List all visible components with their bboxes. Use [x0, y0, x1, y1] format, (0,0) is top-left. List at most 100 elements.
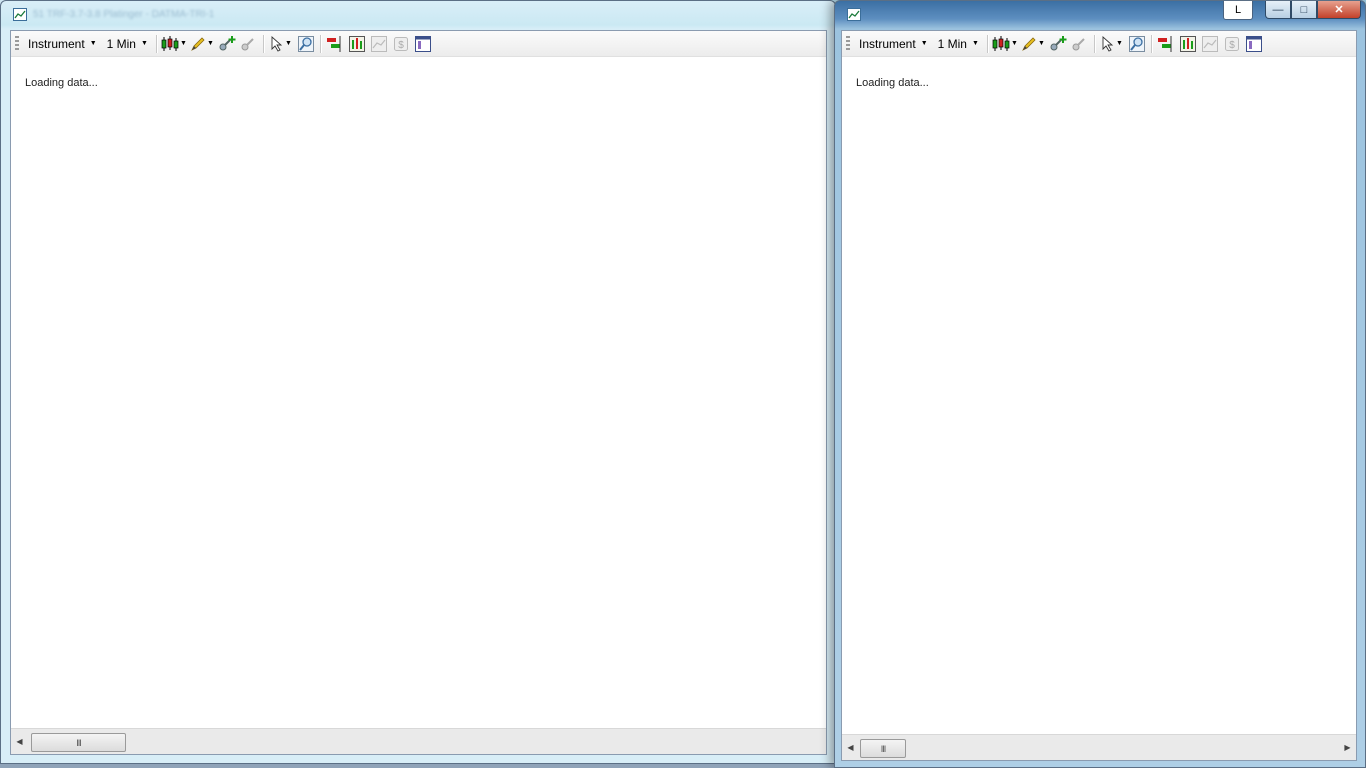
toolbar-separator	[986, 34, 988, 53]
cursor-icon	[271, 35, 283, 52]
dollar-button[interactable]: $	[1221, 34, 1243, 54]
maximize-icon: □	[1300, 3, 1308, 16]
zoom-icon	[297, 35, 314, 52]
chart-window-icon	[13, 8, 27, 21]
candlestick-icon	[992, 35, 1010, 51]
remove-indicator-icon	[1072, 37, 1085, 50]
close-button[interactable]: ✕	[1317, 1, 1361, 19]
scroll-left-arrow[interactable]: ◀	[11, 729, 28, 754]
zoom-button[interactable]	[1126, 34, 1148, 54]
instrument-dropdown[interactable]: Instrument ▼	[23, 34, 102, 54]
dollar-button[interactable]: $	[390, 34, 412, 54]
toolbar-separator	[155, 34, 157, 53]
toolbar-separator	[1150, 34, 1152, 53]
data-box-icon	[1179, 35, 1196, 52]
draw-tools-button[interactable]: ▼	[1019, 34, 1047, 54]
horizontal-scrollbar[interactable]: ◀ III ▶	[842, 734, 1356, 760]
language-indicator-button[interactable]: L	[1223, 1, 1253, 20]
zoom-button[interactable]	[295, 34, 317, 54]
scroll-thumb[interactable]: III	[31, 733, 126, 752]
interval-label: 1 Min	[937, 36, 967, 51]
cursor-mode-button[interactable]: ▼	[267, 34, 295, 54]
chevron-down-icon: ▼	[920, 40, 928, 47]
svg-text:$: $	[398, 40, 404, 51]
pencil-icon	[1022, 36, 1036, 51]
chevron-down-icon: ▼	[1115, 40, 1123, 47]
window-title: 51 TRF-3.7-3.8 Platinger - DATMA-TRI-1	[33, 9, 215, 20]
chart-toolbar: Instrument ▼ 1 Min ▼ ▼ ▼ ▼ $	[11, 31, 826, 57]
properties-icon	[1245, 35, 1262, 52]
instrument-dropdown[interactable]: Instrument ▼	[854, 34, 933, 54]
chevron-down-icon: ▼	[971, 40, 979, 47]
language-indicator-label: L	[1234, 4, 1242, 16]
scroll-thumb-grip: III	[76, 737, 81, 748]
minimize-icon: —	[1272, 3, 1284, 16]
chevron-down-icon: ▼	[1037, 40, 1045, 47]
chart-style-button[interactable]: ▼	[160, 34, 188, 54]
add-indicator-button[interactable]	[1047, 34, 1069, 54]
chevron-down-icon: ▼	[140, 40, 148, 47]
chevron-down-icon: ▼	[206, 40, 214, 47]
svg-text:$: $	[1229, 40, 1235, 51]
chart-client-area: Instrument ▼ 1 Min ▼ ▼ ▼ ▼ $ Loading dat…	[841, 30, 1357, 761]
draw-tools-button[interactable]: ▼	[188, 34, 216, 54]
minimize-button[interactable]: —	[1265, 1, 1291, 19]
properties-icon	[414, 35, 431, 52]
interval-dropdown[interactable]: 1 Min ▼	[102, 34, 153, 54]
add-indicator-button[interactable]	[216, 34, 238, 54]
chart-style-button[interactable]: ▼	[991, 34, 1019, 54]
chart-client-area: Instrument ▼ 1 Min ▼ ▼ ▼ ▼ $ Loading dat…	[10, 30, 827, 755]
remove-indicator-button[interactable]	[238, 34, 260, 54]
strategy-icon	[326, 35, 341, 52]
chart-panel[interactable]: Loading data...	[11, 57, 826, 728]
toolbar-grip[interactable]	[15, 35, 19, 52]
strategy-button[interactable]	[324, 34, 346, 54]
title-bar[interactable]: 51 TRF-3.7-3.8 Platinger - DATMA-TRI-1	[1, 1, 835, 29]
chart-trader-icon	[1201, 35, 1218, 52]
chevron-down-icon: ▼	[89, 40, 97, 47]
strategy-icon	[1157, 35, 1172, 52]
toolbar-separator	[1093, 34, 1095, 53]
chart-panel[interactable]: Loading data...	[842, 57, 1356, 734]
remove-indicator-icon	[241, 37, 254, 50]
maximize-button[interactable]: □	[1291, 1, 1317, 19]
cursor-mode-button[interactable]: ▼	[1098, 34, 1126, 54]
data-box-button[interactable]	[346, 34, 368, 54]
data-box-button[interactable]	[1177, 34, 1199, 54]
candlestick-icon	[161, 35, 179, 51]
remove-indicator-button[interactable]	[1069, 34, 1091, 54]
horizontal-scrollbar[interactable]: ◀ III	[11, 728, 826, 754]
scroll-thumb[interactable]: III	[860, 739, 906, 758]
chevron-down-icon: ▼	[179, 40, 187, 47]
loading-status: Loading data...	[856, 77, 929, 89]
data-box-icon	[348, 35, 365, 52]
add-indicator-icon	[219, 35, 236, 50]
interval-dropdown[interactable]: 1 Min ▼	[933, 34, 984, 54]
chart-trader-icon	[370, 35, 387, 52]
chart-trader-button[interactable]	[1199, 34, 1221, 54]
scroll-right-arrow[interactable]: ▶	[1339, 735, 1356, 760]
scroll-thumb-grip: III	[880, 743, 886, 754]
cursor-icon	[1102, 35, 1114, 52]
instrument-label: Instrument	[28, 36, 85, 51]
strategy-button[interactable]	[1155, 34, 1177, 54]
title-bar[interactable]: L — □ ✕	[835, 1, 1365, 29]
chart-window-left[interactable]: 51 TRF-3.7-3.8 Platinger - DATMA-TRI-1 I…	[0, 0, 836, 764]
toolbar-separator	[319, 34, 321, 53]
chart-window-right[interactable]: L — □ ✕ Instrument ▼ 1 Min ▼ ▼ ▼ ▼ $ Loa…	[834, 0, 1366, 768]
window-caption-buttons: — □ ✕	[1265, 1, 1361, 21]
close-icon: ✕	[1334, 4, 1344, 16]
chevron-down-icon: ▼	[284, 40, 292, 47]
properties-button[interactable]	[1243, 34, 1265, 54]
chevron-down-icon: ▼	[1010, 40, 1018, 47]
chart-trader-button[interactable]	[368, 34, 390, 54]
dollar-icon: $	[1224, 36, 1239, 51]
instrument-label: Instrument	[859, 36, 916, 51]
scroll-left-arrow[interactable]: ◀	[842, 735, 859, 760]
zoom-icon	[1128, 35, 1145, 52]
window-bottom-edge	[0, 764, 836, 768]
properties-button[interactable]	[412, 34, 434, 54]
toolbar-grip[interactable]	[846, 35, 850, 52]
chart-window-icon	[847, 8, 861, 21]
dollar-icon: $	[393, 36, 408, 51]
